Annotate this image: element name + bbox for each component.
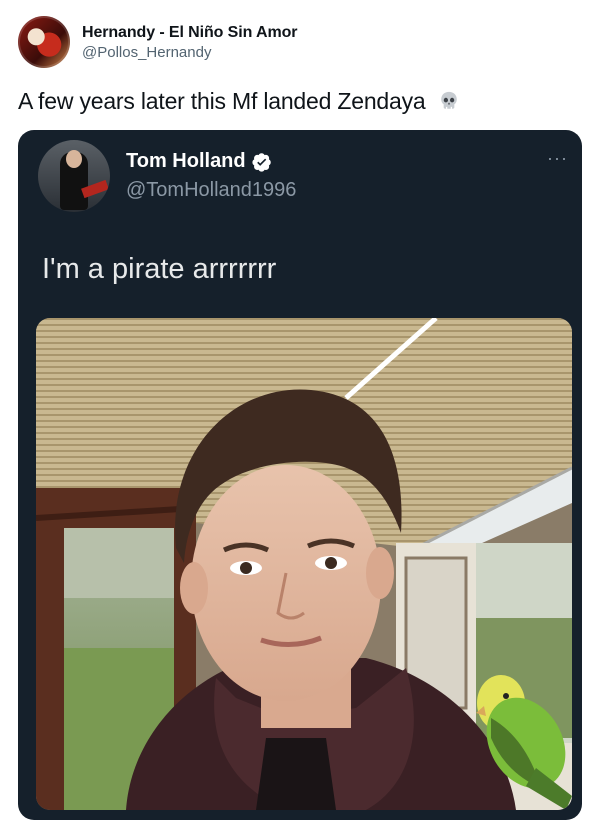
quoted-tweet-card[interactable]: Tom Holland @TomHolland1996 ··· I'm a pi… [18,130,582,820]
tweet-text: A few years later this Mf landed Zendaya [18,88,460,115]
more-options-icon[interactable]: ··· [547,148,568,169]
tweet-photo[interactable] [36,318,572,810]
tweet-text: I'm a pirate arrrrrrr [42,253,277,285]
user-handle[interactable]: @TomHolland1996 [126,179,296,202]
display-name[interactable]: Hernandy - El Niño Sin Amor [82,24,298,42]
verified-badge-icon [252,152,271,172]
quoted-user-names: Tom Holland @TomHolland1996 [126,150,296,202]
display-name[interactable]: Tom Holland [126,150,246,173]
outer-user-names: Hernandy - El Niño Sin Amor @Pollos_Hern… [82,24,298,61]
avatar[interactable] [38,140,110,212]
skull-icon [440,91,457,109]
selfie-image [36,318,572,810]
quoted-tweet-header: Tom Holland @TomHolland1996 [38,140,296,212]
outer-tweet-header: Hernandy - El Niño Sin Amor @Pollos_Hern… [18,16,298,68]
name-row: Tom Holland [126,150,296,173]
tweet-text-content: A few years later this Mf landed Zendaya [18,88,426,114]
user-handle[interactable]: @Pollos_Hernandy [82,44,297,61]
avatar[interactable] [18,16,70,68]
